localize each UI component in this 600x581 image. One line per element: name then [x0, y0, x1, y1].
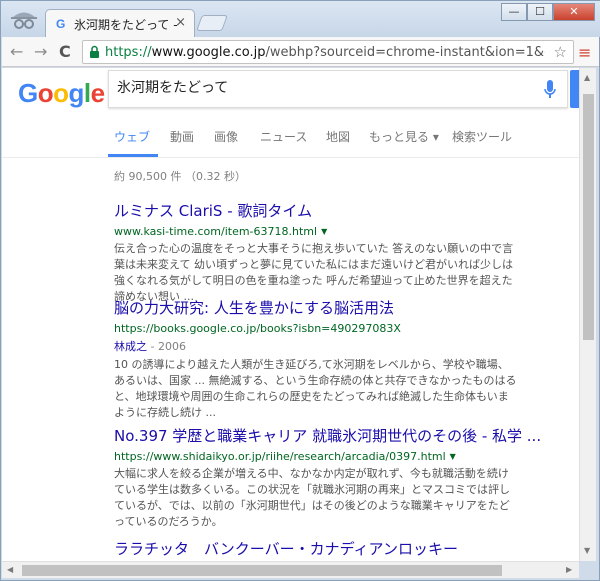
- back-icon[interactable]: ←: [10, 42, 23, 61]
- search-result: ルミナス ClariS - 歌詞タイム www.kasi-time.com/it…: [114, 200, 518, 305]
- dropdown-arrow-icon[interactable]: ▼: [321, 227, 327, 236]
- reload-icon[interactable]: C: [59, 42, 71, 61]
- microphone-icon[interactable]: [543, 79, 557, 101]
- vertical-scrollbar[interactable]: ▲ ▼: [579, 68, 596, 561]
- search-result: No.397 学歴と職業キャリア 就職氷河期世代のその後 - 私学 ... ht…: [114, 425, 541, 530]
- address-bar[interactable]: https://www.google.co.jp/webhp?sourceid=…: [82, 40, 574, 64]
- result-year: - 2006: [147, 340, 186, 353]
- tab-news[interactable]: ニュース: [260, 128, 307, 145]
- browser-tab[interactable]: G 氷河期をたどって - ×: [45, 9, 195, 37]
- scroll-down-arrow-icon[interactable]: ▼: [584, 546, 590, 555]
- window-controls: — ☐ ✕: [501, 3, 595, 21]
- address-url: https://www.google.co.jp/webhp?sourceid=…: [105, 45, 545, 60]
- result-title-link[interactable]: 脳の力大研究: 人生を豊かにする脳活用法: [114, 297, 518, 318]
- tab-images[interactable]: 画像: [214, 128, 238, 145]
- scroll-right-arrow-icon[interactable]: ▶: [566, 565, 572, 574]
- url-scheme: https://: [105, 45, 152, 60]
- google-logo[interactable]: Google: [18, 78, 105, 109]
- result-url: https://books.google.co.jp/books?isbn=49…: [114, 322, 518, 335]
- forward-icon[interactable]: →: [34, 42, 47, 61]
- search-result: ララチッタ バンクーバー・カナディアンロッキー: [114, 538, 518, 559]
- result-snippet: 大幅に求人を絞る企業が増える中、なかなか内定が取れず、今も就職活動を続けている学…: [114, 467, 510, 528]
- browser-window: G 氷河期をたどって - × — ☐ ✕ ← → C https://www.g…: [0, 0, 600, 581]
- tab-search-tools[interactable]: 検索ツール: [452, 128, 512, 145]
- new-tab-button[interactable]: [196, 15, 228, 31]
- result-title-link[interactable]: ララチッタ バンクーバー・カナディアンロッキー: [114, 538, 518, 559]
- url-host: www.google.co.jp: [151, 45, 266, 60]
- tab-web[interactable]: ウェブ: [114, 128, 150, 145]
- result-snippet: 10 の誘導により越えた人類が生き延びろ,て氷河期をレベルから、学校や職場、ある…: [114, 358, 517, 419]
- tab-close-icon[interactable]: ×: [175, 15, 186, 30]
- search-box: [108, 70, 568, 108]
- result-url-text: https://www.shidaikyo.or.jp/riihe/resear…: [114, 450, 446, 463]
- vertical-scroll-thumb[interactable]: [583, 94, 594, 340]
- result-title-link[interactable]: ルミナス ClariS - 歌詞タイム: [114, 200, 518, 221]
- tab-maps[interactable]: 地図: [326, 128, 350, 145]
- maximize-button[interactable]: ☐: [527, 3, 553, 21]
- lock-icon: [90, 45, 99, 58]
- minimize-button[interactable]: —: [501, 3, 527, 21]
- result-url: www.kasi-time.com/item-63718.html ▼: [114, 225, 518, 238]
- horizontal-scrollbar[interactable]: ◀ ▶: [2, 561, 579, 578]
- bookmark-star-icon[interactable]: ☆: [554, 43, 567, 61]
- active-tab-indicator: [108, 154, 158, 157]
- result-snippet: 伝え合った心の温度をそっと大事そうに抱え歩いていた 答えのない願いの中で言葉は未…: [114, 242, 514, 303]
- result-url-text: www.kasi-time.com/item-63718.html: [114, 225, 318, 238]
- url-path: /webhp?sourceid=chrome-instant&ion=1&esp…: [265, 45, 545, 60]
- browser-toolbar: ← → C https://www.google.co.jp/webhp?sou…: [2, 37, 599, 67]
- tab-video[interactable]: 動画: [170, 128, 194, 145]
- result-title-link[interactable]: No.397 学歴と職業キャリア 就職氷河期世代のその後 - 私学 ...: [114, 425, 541, 446]
- horizontal-scroll-thumb[interactable]: [22, 565, 502, 576]
- scroll-left-arrow-icon[interactable]: ◀: [7, 565, 13, 574]
- browser-menu-icon[interactable]: ≡: [578, 43, 591, 62]
- result-url-text: https://books.google.co.jp/books?isbn=49…: [114, 322, 401, 335]
- tab-more[interactable]: もっと見る ▾: [369, 128, 439, 145]
- result-meta: 林成之 - 2006: [114, 338, 518, 354]
- search-input[interactable]: [117, 79, 537, 95]
- close-window-button[interactable]: ✕: [553, 3, 595, 21]
- result-url: https://www.shidaikyo.or.jp/riihe/resear…: [114, 450, 518, 463]
- result-author-link[interactable]: 林成之: [114, 340, 147, 353]
- search-result: 脳の力大研究: 人生を豊かにする脳活用法 https://books.googl…: [114, 297, 518, 421]
- tab-title: 氷河期をたどって -: [74, 18, 178, 32]
- result-stats: 約 90,500 件 （0.32 秒）: [114, 170, 246, 183]
- search-tabs: ウェブ 動画 画像 ニュース 地図 もっと見る ▾ 検索ツール: [2, 118, 579, 158]
- scroll-up-arrow-icon[interactable]: ▲: [584, 73, 590, 82]
- dropdown-arrow-icon[interactable]: ▼: [450, 452, 456, 461]
- incognito-icon: [11, 12, 37, 29]
- google-favicon-icon: G: [56, 17, 66, 31]
- search-results-page: Google ウェブ 動画 画像 ニュース 地図 もっと見る ▾ 検索ツール 約…: [2, 68, 579, 561]
- title-bar: G 氷河期をたどって - × — ☐ ✕: [1, 1, 600, 37]
- search-button[interactable]: [570, 70, 579, 108]
